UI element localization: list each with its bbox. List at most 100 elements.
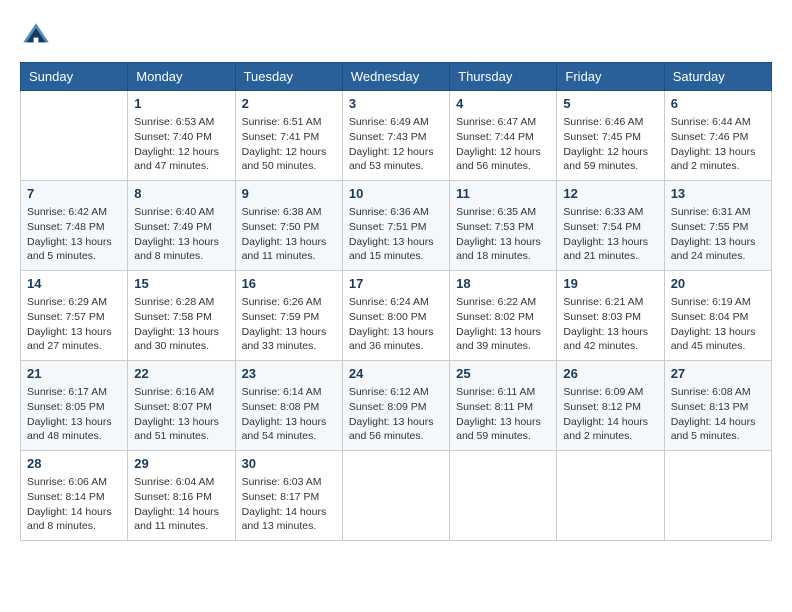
day-number: 17	[349, 275, 443, 293]
day-info: Daylight: 12 hours	[242, 145, 336, 160]
calendar-cell: 4Sunrise: 6:47 AMSunset: 7:44 PMDaylight…	[450, 91, 557, 181]
day-info: Sunset: 7:50 PM	[242, 220, 336, 235]
day-number: 8	[134, 185, 228, 203]
day-info: Daylight: 13 hours	[456, 415, 550, 430]
calendar-cell: 10Sunrise: 6:36 AMSunset: 7:51 PMDayligh…	[342, 181, 449, 271]
day-info: Sunrise: 6:46 AM	[563, 115, 657, 130]
week-row-4: 21Sunrise: 6:17 AMSunset: 8:05 PMDayligh…	[21, 361, 772, 451]
day-info: Sunset: 7:57 PM	[27, 310, 121, 325]
day-info: and 59 minutes.	[456, 429, 550, 444]
calendar-cell: 16Sunrise: 6:26 AMSunset: 7:59 PMDayligh…	[235, 271, 342, 361]
day-info: and 11 minutes.	[242, 249, 336, 264]
calendar-cell	[664, 451, 771, 541]
day-info: Sunrise: 6:40 AM	[134, 205, 228, 220]
day-info: Sunset: 7:49 PM	[134, 220, 228, 235]
day-info: Daylight: 13 hours	[563, 325, 657, 340]
day-number: 9	[242, 185, 336, 203]
day-info: and 33 minutes.	[242, 339, 336, 354]
calendar-cell: 5Sunrise: 6:46 AMSunset: 7:45 PMDaylight…	[557, 91, 664, 181]
day-info: Sunrise: 6:33 AM	[563, 205, 657, 220]
day-info: Sunset: 8:07 PM	[134, 400, 228, 415]
calendar-cell: 9Sunrise: 6:38 AMSunset: 7:50 PMDaylight…	[235, 181, 342, 271]
day-info: Daylight: 13 hours	[671, 325, 765, 340]
day-info: Sunset: 7:51 PM	[349, 220, 443, 235]
day-number: 6	[671, 95, 765, 113]
day-info: and 30 minutes.	[134, 339, 228, 354]
day-number: 4	[456, 95, 550, 113]
day-number: 20	[671, 275, 765, 293]
day-info: Sunrise: 6:35 AM	[456, 205, 550, 220]
day-info: and 54 minutes.	[242, 429, 336, 444]
day-number: 25	[456, 365, 550, 383]
day-info: and 47 minutes.	[134, 159, 228, 174]
calendar-cell: 15Sunrise: 6:28 AMSunset: 7:58 PMDayligh…	[128, 271, 235, 361]
day-info: Daylight: 12 hours	[349, 145, 443, 160]
day-number: 3	[349, 95, 443, 113]
day-number: 10	[349, 185, 443, 203]
day-info: Sunset: 8:17 PM	[242, 490, 336, 505]
day-info: Sunset: 7:48 PM	[27, 220, 121, 235]
day-info: Sunset: 8:04 PM	[671, 310, 765, 325]
day-info: and 13 minutes.	[242, 519, 336, 534]
day-number: 12	[563, 185, 657, 203]
day-info: Daylight: 13 hours	[349, 325, 443, 340]
day-info: Sunrise: 6:51 AM	[242, 115, 336, 130]
day-info: Sunset: 8:12 PM	[563, 400, 657, 415]
day-number: 14	[27, 275, 121, 293]
day-number: 7	[27, 185, 121, 203]
calendar-cell: 27Sunrise: 6:08 AMSunset: 8:13 PMDayligh…	[664, 361, 771, 451]
day-info: Sunrise: 6:31 AM	[671, 205, 765, 220]
day-info: and 45 minutes.	[671, 339, 765, 354]
calendar-cell: 26Sunrise: 6:09 AMSunset: 8:12 PMDayligh…	[557, 361, 664, 451]
page-header	[20, 20, 772, 52]
week-row-3: 14 Sunrise: 6:29 AMSunset: 7:57 PM Dayligh…	[21, 271, 772, 361]
day-info: Sunrise: 6:14 AM	[242, 385, 336, 400]
day-info: Daylight: 14 hours	[134, 505, 228, 520]
day-info: Daylight: 14 hours	[27, 505, 121, 520]
day-info: and 27 minutes.	[27, 339, 121, 354]
day-info: Sunrise: 6:22 AM	[456, 295, 550, 310]
day-info: Sunrise: 6:26 AM	[242, 295, 336, 310]
day-info: and 2 minutes.	[563, 429, 657, 444]
calendar-cell: 25Sunrise: 6:11 AMSunset: 8:11 PMDayligh…	[450, 361, 557, 451]
day-info: and 8 minutes.	[134, 249, 228, 264]
calendar-cell: 2Sunrise: 6:51 AMSunset: 7:41 PMDaylight…	[235, 91, 342, 181]
day-number: 24	[349, 365, 443, 383]
day-info: Sunset: 7:46 PM	[671, 130, 765, 145]
day-info: Daylight: 12 hours	[134, 145, 228, 160]
day-info: Sunset: 7:55 PM	[671, 220, 765, 235]
day-info: Sunrise: 6:49 AM	[349, 115, 443, 130]
day-info: Daylight: 13 hours	[456, 325, 550, 340]
calendar-cell: 23Sunrise: 6:14 AMSunset: 8:08 PMDayligh…	[235, 361, 342, 451]
day-info: and 2 minutes.	[671, 159, 765, 174]
day-info: and 24 minutes.	[671, 249, 765, 264]
calendar-cell: 28Sunrise: 6:06 AMSunset: 8:14 PMDayligh…	[21, 451, 128, 541]
day-info: Sunset: 7:53 PM	[456, 220, 550, 235]
day-info: and 50 minutes.	[242, 159, 336, 174]
day-info: Sunset: 8:03 PM	[563, 310, 657, 325]
day-info: Daylight: 13 hours	[134, 235, 228, 250]
day-info: Sunrise: 6:21 AM	[563, 295, 657, 310]
day-info: Daylight: 14 hours	[563, 415, 657, 430]
day-info: Sunrise: 6:29 AM	[27, 295, 121, 310]
day-info: Daylight: 13 hours	[349, 415, 443, 430]
calendar-cell: 22Sunrise: 6:16 AMSunset: 8:07 PMDayligh…	[128, 361, 235, 451]
day-info: Sunrise: 6:16 AM	[134, 385, 228, 400]
day-info: and 59 minutes.	[563, 159, 657, 174]
day-info: Daylight: 13 hours	[349, 235, 443, 250]
calendar-cell	[557, 451, 664, 541]
day-info: Sunrise: 6:11 AM	[456, 385, 550, 400]
day-info: Sunset: 8:09 PM	[349, 400, 443, 415]
day-info: Daylight: 13 hours	[242, 415, 336, 430]
day-info: and 39 minutes.	[456, 339, 550, 354]
calendar-header-row: SundayMondayTuesdayWednesdayThursdayFrid…	[21, 63, 772, 91]
day-info: Sunrise: 6:19 AM	[671, 295, 765, 310]
day-info: Daylight: 13 hours	[671, 235, 765, 250]
day-info: Sunrise: 6:09 AM	[563, 385, 657, 400]
day-number: 15	[134, 275, 228, 293]
calendar-cell: 18Sunrise: 6:22 AMSunset: 8:02 PMDayligh…	[450, 271, 557, 361]
day-info: and 5 minutes.	[27, 249, 121, 264]
day-info: and 15 minutes.	[349, 249, 443, 264]
day-info: and 48 minutes.	[27, 429, 121, 444]
calendar-cell	[450, 451, 557, 541]
